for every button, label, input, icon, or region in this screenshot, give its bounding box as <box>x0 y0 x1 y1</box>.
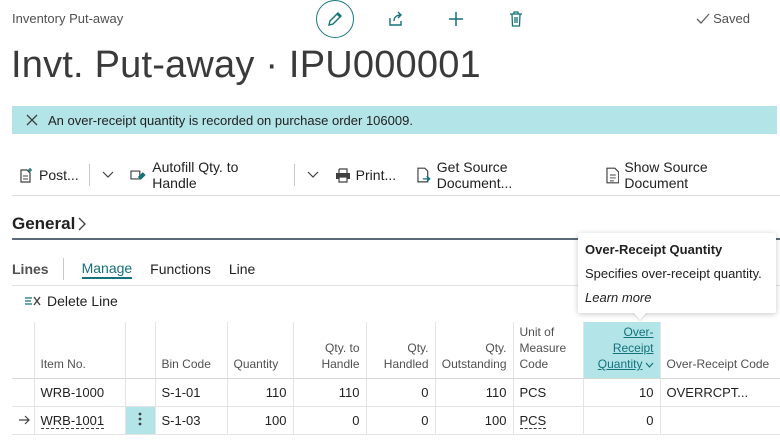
action-bar: Post... Autofill Qty. to Handle Print...… <box>12 158 780 192</box>
tab-line[interactable]: Line <box>229 261 255 277</box>
edit-button[interactable] <box>316 0 354 38</box>
delete-line-icon <box>25 296 41 306</box>
column-header-quantity[interactable]: Quantity <box>227 322 294 379</box>
tab-manage[interactable]: Manage <box>81 260 133 279</box>
row-actions-cell[interactable] <box>125 406 156 435</box>
plus-icon <box>449 12 463 26</box>
saved-label: Saved <box>713 11 750 26</box>
more-options-icon <box>138 412 142 426</box>
table-row[interactable]: WRB-1001 S-1-03 100 0 0 100 PCS 0 <box>12 406 780 435</box>
print-button[interactable]: Print... <box>329 167 404 183</box>
qty-handled-cell: 0 <box>366 378 436 407</box>
column-header-unit-of-measure[interactable]: Unit of Measure Code <box>513 322 584 379</box>
post-icon <box>20 167 32 183</box>
checkmark-icon <box>696 13 710 24</box>
breadcrumb: Inventory Put-away <box>12 11 124 26</box>
column-header-actions <box>125 322 156 379</box>
autofill-icon <box>130 170 146 180</box>
quantity-cell[interactable]: 110 <box>227 378 294 407</box>
tooltip-body: Specifies over-receipt quantity. <box>585 266 762 281</box>
column-header-item-no[interactable]: Item No. <box>34 322 126 379</box>
item-no-cell[interactable]: WRB-1001 <box>34 406 126 435</box>
lines-caption: Lines <box>12 258 64 280</box>
share-button[interactable] <box>378 1 414 37</box>
share-icon <box>389 11 402 26</box>
column-tooltip: Over-Receipt Quantity Specifies over-rec… <box>578 233 776 313</box>
column-header-qty-outstanding[interactable]: Qty. Outstanding <box>435 322 514 379</box>
post-button[interactable]: Post... <box>12 167 87 184</box>
row-indicator <box>12 406 35 435</box>
grid-header-row: Item No. Bin Code Quantity Qty. to Handl… <box>12 322 780 379</box>
column-header-qty-handled[interactable]: Qty. Handled <box>366 322 436 379</box>
divider <box>12 195 780 196</box>
tooltip-pointer <box>633 312 647 320</box>
show-source-document-button[interactable]: Show Source Document <box>600 159 780 191</box>
close-icon[interactable] <box>26 114 38 126</box>
qty-outstanding-cell: 110 <box>435 378 514 407</box>
qty-handled-cell: 0 <box>366 406 436 435</box>
get-source-document-button[interactable]: Get Source Document... <box>410 159 592 191</box>
arrow-right-icon <box>19 415 30 425</box>
tooltip-title: Over-Receipt Quantity <box>585 242 723 257</box>
bin-code-cell[interactable]: S-1-03 <box>155 406 228 435</box>
column-header-qty-to-handle[interactable]: Qty. to Handle <box>293 322 367 379</box>
row-indicator-header <box>12 322 35 379</box>
chevron-down-icon <box>102 171 114 178</box>
new-button[interactable] <box>438 1 474 37</box>
over-receipt-qty-cell[interactable]: 0 <box>583 406 661 435</box>
row-indicator <box>12 378 35 407</box>
get-document-icon <box>417 167 431 182</box>
post-dropdown[interactable] <box>92 171 124 179</box>
qty-to-handle-cell[interactable]: 110 <box>293 378 367 407</box>
quantity-cell[interactable]: 100 <box>227 406 294 435</box>
trash-icon <box>510 11 522 27</box>
lines-bar: Lines Manage Functions Line <box>12 258 273 280</box>
chevron-down-icon <box>307 171 319 178</box>
over-receipt-qty-cell[interactable]: 10 <box>583 378 661 407</box>
qty-to-handle-cell[interactable]: 0 <box>293 406 367 435</box>
delete-line-button[interactable]: Delete Line <box>24 293 118 309</box>
qty-outstanding-cell: 100 <box>435 406 514 435</box>
top-actions <box>316 0 558 38</box>
column-header-over-receipt-quantity[interactable]: Over-Receipt Quantity <box>583 322 661 379</box>
chevron-right-icon <box>78 217 87 231</box>
separator <box>88 164 90 186</box>
document-icon <box>606 167 619 183</box>
general-section-header[interactable]: General <box>12 214 87 234</box>
pencil-icon <box>328 12 342 26</box>
notification-message: An over-receipt quantity is recorded on … <box>48 112 413 128</box>
chevron-down-icon <box>645 362 653 368</box>
printer-icon <box>335 167 350 183</box>
saved-status: Saved <box>696 11 750 26</box>
autofill-dropdown[interactable] <box>297 171 329 179</box>
learn-more-link[interactable]: Learn more <box>585 290 651 305</box>
lines-grid: Item No. Bin Code Quantity Qty. to Handl… <box>12 322 780 435</box>
separator <box>293 164 295 186</box>
tab-functions[interactable]: Functions <box>150 261 211 277</box>
column-header-over-receipt-code[interactable]: Over-Receipt Code <box>660 322 780 379</box>
table-row[interactable]: WRB-1000 S-1-01 110 110 0 110 PCS 10 OVE… <box>12 378 780 407</box>
bin-code-cell[interactable]: S-1-01 <box>155 378 228 407</box>
delete-button[interactable] <box>498 1 534 37</box>
uom-cell[interactable]: PCS <box>513 378 584 407</box>
over-receipt-code-cell[interactable] <box>660 406 780 435</box>
column-header-bin-code[interactable]: Bin Code <box>155 322 228 379</box>
item-no-cell[interactable]: WRB-1000 <box>34 378 126 407</box>
row-actions-cell <box>125 378 156 407</box>
page-title: Invt. Put-away · IPU000001 <box>11 44 481 86</box>
autofill-button[interactable]: Autofill Qty. to Handle <box>124 159 292 191</box>
notification-bar: An over-receipt quantity is recorded on … <box>12 106 777 134</box>
over-receipt-code-cell[interactable]: OVERRCPT... <box>660 378 780 407</box>
uom-cell[interactable]: PCS <box>513 406 584 435</box>
